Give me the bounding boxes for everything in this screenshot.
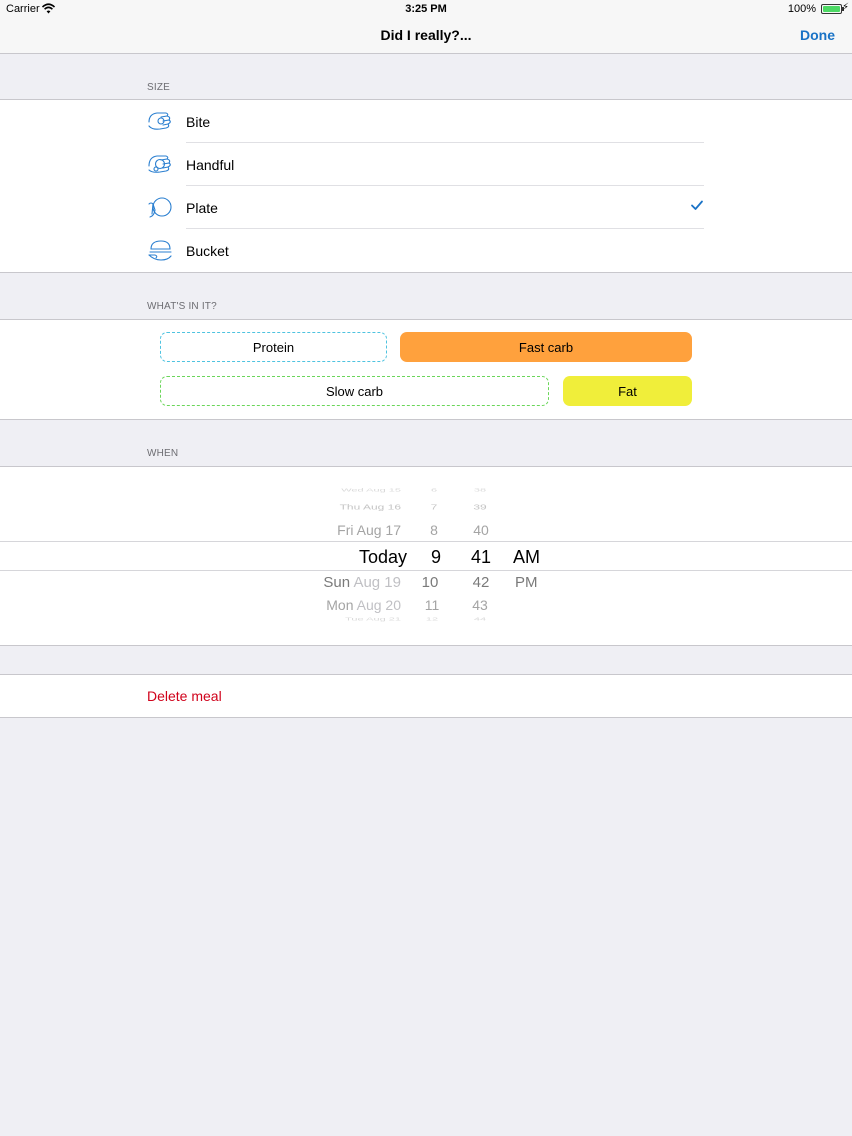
contents-section-header: WHAT'S IN IT? (147, 301, 217, 312)
delete-meal-button[interactable]: Delete meal (147, 688, 222, 704)
size-list: Bite Handful Plate Bucket (0, 99, 852, 273)
picker-date-item[interactable]: Sun Aug 19 (250, 574, 401, 591)
picker-minute-item[interactable]: 39 (462, 503, 498, 511)
fat-toggle[interactable]: Fat (563, 376, 692, 406)
picker-ampm-item[interactable]: PM (515, 574, 538, 591)
picker-hour-selected[interactable]: 9 (418, 547, 454, 568)
picker-hour-item[interactable]: 11 (414, 597, 450, 613)
picker-date-item[interactable]: Wed Aug 15 (250, 487, 401, 492)
picker-minute-item[interactable]: 44 (462, 616, 498, 621)
picker-minute-item[interactable]: 42 (463, 574, 499, 591)
picker-hour-item[interactable]: 7 (416, 503, 452, 511)
bite-hand-icon (148, 112, 171, 130)
status-bar: Carrier 3:25 PM 100% ⚡ (0, 0, 852, 18)
battery-icon (821, 4, 844, 14)
size-option-plate[interactable]: Plate (0, 186, 852, 229)
picker-hour-item[interactable]: 8 (416, 522, 452, 538)
status-time: 3:25 PM (405, 3, 447, 15)
picker-minute-item[interactable]: 40 (463, 522, 499, 538)
delete-group: Delete meal (0, 674, 852, 718)
size-label-plate: Plate (186, 200, 218, 216)
plate-hand-icon (148, 197, 172, 218)
battery-percent: 100% (787, 3, 816, 15)
picker-minute-item[interactable]: 38 (462, 487, 498, 492)
size-section-header: SIZE (147, 82, 171, 93)
size-option-bite[interactable]: Bite (0, 100, 852, 143)
picker-selection-top-line (0, 541, 852, 542)
size-label-bite: Bite (186, 114, 211, 130)
handful-hand-icon (148, 155, 171, 173)
picker-date-item[interactable]: Tue Aug 21 (250, 616, 401, 621)
date-time-picker[interactable]: Wed Aug 15 Thu Aug 16 Fri Aug 17 Today S… (0, 466, 852, 646)
picker-minute-selected[interactable]: 41 (463, 547, 499, 568)
picker-date-selected[interactable]: Today (250, 547, 407, 568)
screen: Carrier 3:25 PM 100% ⚡ Did I really?... … (0, 0, 852, 1136)
bucket-hand-icon (148, 240, 172, 261)
fast-carb-toggle[interactable]: Fast carb (400, 332, 692, 362)
size-option-handful[interactable]: Handful (0, 143, 852, 186)
picker-selection-bottom-line (0, 570, 852, 571)
picker-hour-item[interactable]: 6 (416, 487, 452, 492)
page-title: Did I really?... (380, 27, 472, 43)
picker-date-item[interactable]: Thu Aug 16 (250, 503, 401, 511)
contents-group: Protein Fast carb Slow carb Fat (0, 319, 852, 420)
slow-carb-toggle[interactable]: Slow carb (160, 376, 549, 406)
picker-date-item[interactable]: Fri Aug 17 (250, 522, 401, 538)
picker-minute-item[interactable]: 43 (462, 597, 498, 613)
size-option-bucket[interactable]: Bucket (0, 229, 852, 272)
navigation-bar: Did I really?... Done (0, 18, 852, 54)
protein-toggle[interactable]: Protein (160, 332, 387, 362)
picker-date-item[interactable]: Mon Aug 20 (250, 597, 401, 613)
picker-hour-item[interactable]: 10 (412, 574, 448, 591)
checkmark-icon (691, 200, 703, 210)
charging-bolt-icon: ⚡ (841, 2, 849, 13)
size-label-handful: Handful (186, 157, 235, 173)
done-button[interactable]: Done (800, 27, 835, 43)
picker-hour-item[interactable]: 12 (414, 616, 450, 621)
size-label-bucket: Bucket (186, 243, 229, 259)
picker-ampm-selected[interactable]: AM (513, 547, 540, 568)
when-section-header: WHEN (147, 448, 179, 459)
